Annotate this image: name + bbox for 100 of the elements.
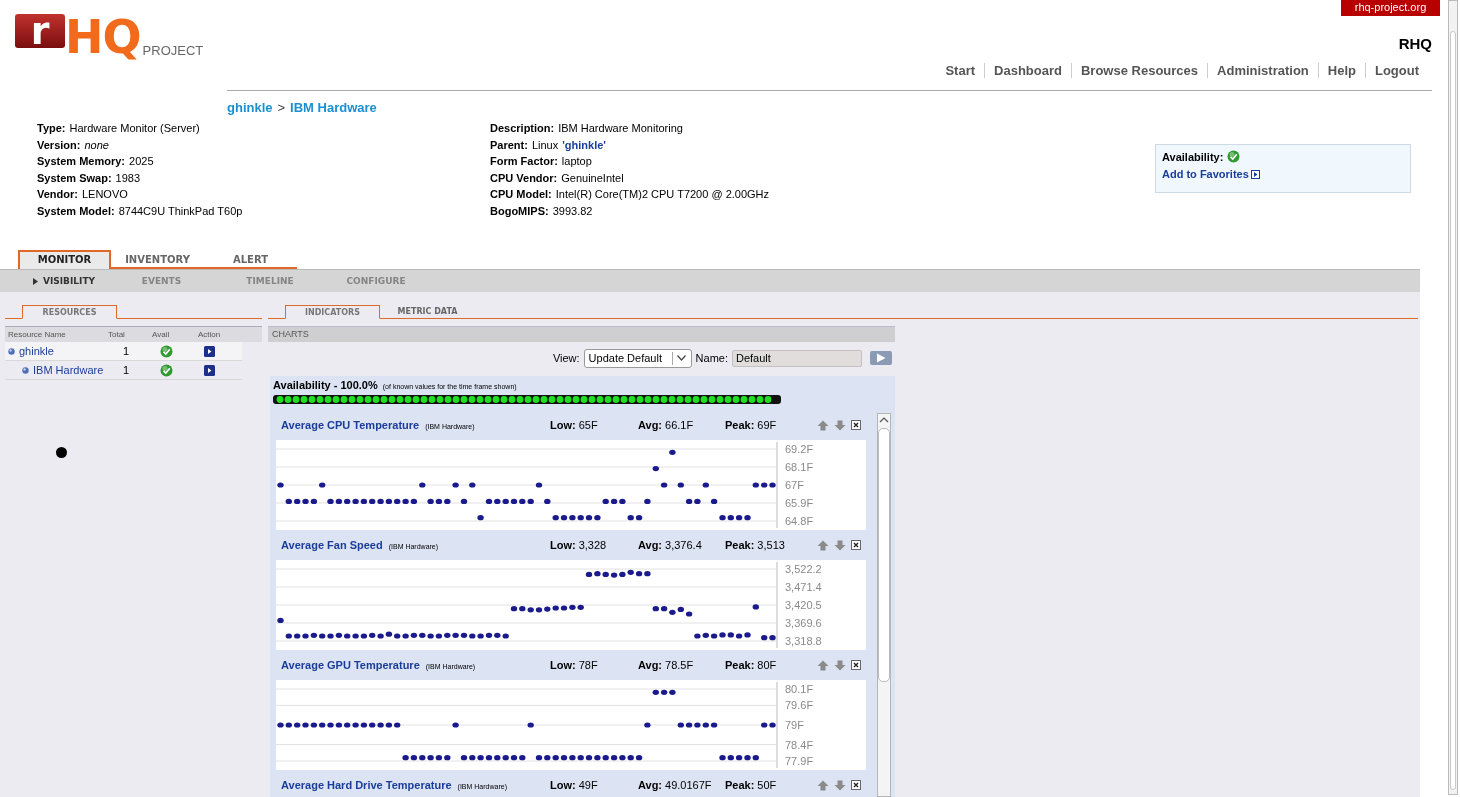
resource-link[interactable]: IBM Hardware bbox=[33, 364, 104, 376]
name-field[interactable]: Default bbox=[732, 349, 862, 367]
data-point bbox=[660, 482, 668, 488]
stat-label: Low: bbox=[550, 419, 576, 431]
tick-label: 78.4F bbox=[785, 738, 814, 751]
arrow-button[interactable] bbox=[204, 364, 215, 376]
tick-label: 3,369.6 bbox=[785, 617, 822, 629]
metric-link[interactable]: Average Fan Speed bbox=[281, 539, 383, 551]
tab[interactable]: INDICATORS bbox=[285, 305, 380, 319]
table-cell-text: 1 bbox=[122, 345, 131, 357]
property-value: LENOVO bbox=[81, 188, 128, 201]
data-point bbox=[644, 722, 651, 728]
site-link[interactable]: rhq-project.org bbox=[1341, 0, 1440, 16]
close-icon[interactable] bbox=[851, 540, 861, 550]
scrollbar[interactable] bbox=[1448, 0, 1458, 795]
property-label: Vendor: bbox=[37, 188, 78, 201]
column-header: Resource Name bbox=[7, 330, 67, 339]
caret-icon bbox=[32, 277, 38, 285]
data-point bbox=[452, 482, 459, 488]
stat-label: Low: bbox=[550, 539, 576, 551]
close-icon[interactable] bbox=[851, 780, 861, 790]
tab[interactable]: RESOURCES bbox=[22, 305, 117, 319]
nav-link[interactable]: Logout bbox=[1364, 63, 1428, 78]
breadcrumb-link[interactable]: ghinkle bbox=[227, 100, 273, 115]
nav-link[interactable]: Dashboard bbox=[984, 63, 1071, 78]
data-point bbox=[419, 482, 426, 488]
tab[interactable]: METRIC DATA bbox=[380, 305, 475, 318]
availability-title: Availability - 100.0% bbox=[273, 379, 378, 391]
close-icon[interactable] bbox=[851, 660, 861, 670]
property-label: Version: bbox=[37, 138, 81, 151]
scrollbar[interactable] bbox=[877, 413, 891, 797]
table-row[interactable]: ghinkle 1 bbox=[5, 342, 242, 361]
logo[interactable]: r HQ PROJECT bbox=[0, 0, 204, 60]
down-arrow-icon[interactable] bbox=[834, 659, 846, 671]
tick-label: 3,318.8 bbox=[785, 635, 822, 647]
property-label: CPU Model: bbox=[490, 188, 552, 201]
metric-link[interactable]: Average Hard Drive Temperature bbox=[281, 779, 452, 791]
property-value: GenuineIntel bbox=[561, 171, 624, 184]
chevron-down-icon bbox=[677, 355, 687, 361]
column-header: Action bbox=[198, 330, 222, 339]
tick-label: 3,420.5 bbox=[785, 599, 822, 611]
nav-link[interactable]: Start bbox=[936, 63, 985, 78]
property-value: Hardware Monitor (Server) bbox=[69, 122, 200, 134]
metric-link[interactable]: Average GPU Temperature bbox=[281, 659, 420, 671]
property-value: Intel(R) Core(TM)2 CPU T7200 @ 2.00GHz bbox=[555, 188, 770, 201]
data-point bbox=[452, 722, 459, 728]
tick-label: 68.1F bbox=[785, 461, 814, 473]
stat-value: 65F bbox=[578, 419, 598, 431]
stat-value: 69F bbox=[757, 419, 777, 431]
view-label: View: bbox=[552, 352, 580, 364]
up-arrow-icon[interactable] bbox=[817, 659, 829, 671]
data-point bbox=[477, 515, 484, 521]
view-dropdown[interactable]: Update Default bbox=[583, 348, 692, 368]
up-arrow-icon[interactable] bbox=[817, 419, 829, 431]
down-arrow-icon[interactable] bbox=[834, 539, 846, 551]
breadcrumb-link[interactable]: IBM Hardware bbox=[290, 100, 377, 115]
metric-link[interactable]: Average CPU Temperature bbox=[281, 419, 420, 431]
dot bbox=[56, 447, 67, 458]
stat-value: 49F bbox=[578, 779, 598, 791]
table-row[interactable]: IBM Hardware 1 bbox=[5, 361, 242, 380]
add-to-favorites-link[interactable]: Add to Favorites bbox=[1162, 168, 1249, 180]
property-value: 8744C9U ThinkPad T60p bbox=[118, 204, 243, 217]
app-title: RHQ bbox=[1398, 35, 1432, 52]
data-point bbox=[527, 722, 534, 728]
tick-label: 79F bbox=[785, 719, 804, 731]
subtab[interactable]: VISIBILITY bbox=[32, 276, 96, 286]
close-icon[interactable] bbox=[851, 420, 861, 430]
down-arrow-icon[interactable] bbox=[834, 779, 846, 791]
stat-value: 50F bbox=[757, 779, 777, 791]
nav-link[interactable]: Browse Resources bbox=[1071, 63, 1208, 78]
stat-label: Avg: bbox=[638, 539, 663, 551]
property-value: 1983 bbox=[115, 171, 141, 184]
parent-link[interactable]: 'ghinkle' bbox=[562, 138, 606, 151]
nav-link[interactable]: Help bbox=[1317, 63, 1365, 78]
stat-label: Avg: bbox=[638, 779, 663, 791]
stat-value: 80F bbox=[757, 659, 777, 671]
resource-link[interactable]: ghinkle bbox=[19, 345, 54, 357]
data-point bbox=[710, 498, 718, 504]
down-arrow-icon[interactable] bbox=[834, 419, 846, 431]
arrow-button[interactable] bbox=[204, 345, 215, 357]
go-button[interactable] bbox=[870, 351, 892, 365]
data-point bbox=[460, 498, 468, 504]
arrow-box-icon[interactable] bbox=[1250, 169, 1260, 179]
tick-label: 80.1F bbox=[785, 683, 814, 695]
up-arrow-icon[interactable] bbox=[817, 539, 829, 551]
table-cell-text: 1 bbox=[122, 364, 131, 376]
property-label: Type: bbox=[37, 122, 66, 134]
stat-value: 78F bbox=[578, 659, 598, 671]
tick-label: 67F bbox=[785, 479, 804, 491]
tick-label: 3,471.4 bbox=[785, 581, 822, 593]
up-arrow-icon[interactable] bbox=[817, 779, 829, 791]
property-value: laptop bbox=[561, 155, 592, 168]
nav-link[interactable]: Administration bbox=[1207, 63, 1318, 78]
tick-label: 69.2F bbox=[785, 443, 814, 455]
stat-value: 49.0167F bbox=[665, 779, 712, 791]
stat-label: Low: bbox=[550, 779, 576, 791]
availability-label: Availability: bbox=[1162, 150, 1224, 163]
tab[interactable]: MONITOR bbox=[18, 250, 111, 269]
data-point bbox=[752, 604, 759, 610]
tick-label: 65.9F bbox=[785, 497, 814, 509]
